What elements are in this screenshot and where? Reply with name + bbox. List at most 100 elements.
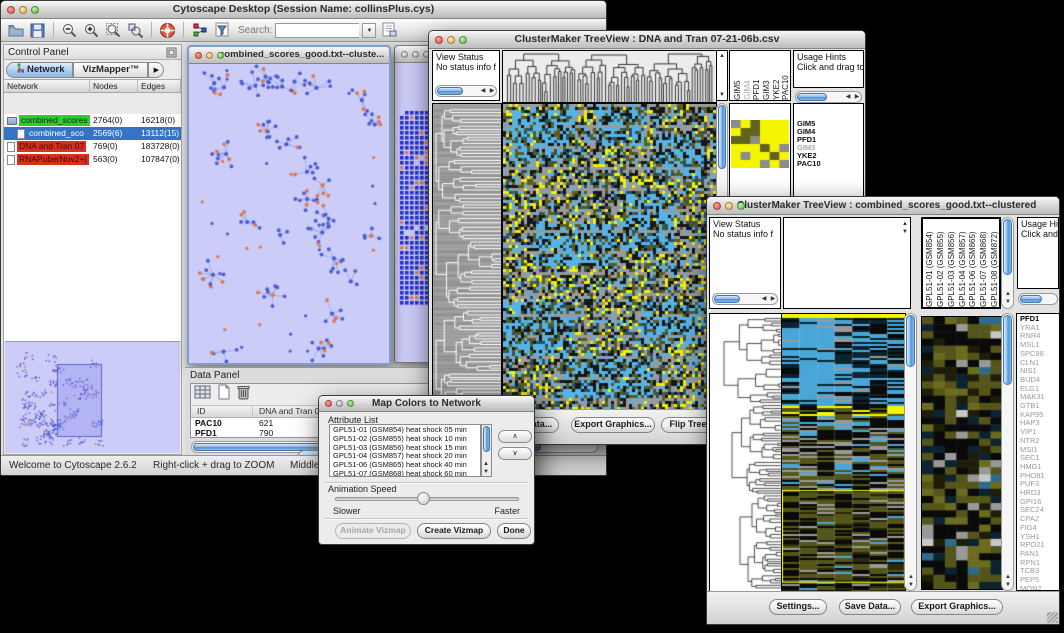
tv2-heat-vscrollbar[interactable]: ▲ ▼ <box>904 313 917 591</box>
col-nodes[interactable]: Nodes <box>90 80 138 92</box>
tab-network[interactable]: Network <box>6 62 73 78</box>
tv1-column-label[interactable]: GIM4 <box>743 51 752 100</box>
minimize-button[interactable] <box>336 400 343 407</box>
tv2-column-label[interactable]: GPL51-06 (GSM865) <box>968 219 977 307</box>
close-button[interactable] <box>713 202 721 210</box>
animate-vizmap-button[interactable]: Animate Vizmap <box>335 523 411 539</box>
tv2-column-label[interactable]: GPL51-07 (GSM868) <box>979 219 988 307</box>
col-edges[interactable]: Edges <box>138 80 181 92</box>
tv2-status-hscrollbar[interactable]: ◀ ▶ <box>712 293 778 305</box>
tv2-button[interactable]: Export Graphics... <box>911 599 1003 615</box>
dialog-titlebar[interactable]: Map Colors to Network <box>319 396 534 412</box>
new-attribute-icon[interactable] <box>217 384 231 405</box>
network-table-row[interactable]: combined_scores2764(0)16218(0) <box>4 114 181 127</box>
treeview2-titlebar[interactable]: ClusterMaker TreeView : combined_scores_… <box>707 197 1059 215</box>
zoom-selected-icon[interactable] <box>126 21 145 40</box>
create-vizmap-button[interactable]: Create Vizmap <box>417 523 491 539</box>
tv2-column-label[interactable]: GPL51-03 (GSM856) <box>947 219 956 307</box>
tv2-column-label[interactable]: GPL51-02 (GSM855) <box>936 219 945 307</box>
tv1-hints-hscrollbar[interactable]: ◀ ▶ <box>795 91 862 103</box>
tv2-column-label[interactable]: GPL51-04 (GSM857) <box>958 219 967 307</box>
tv2-column-label[interactable]: GPL51-01 (GSM854) <box>925 219 934 307</box>
network-nodes-count: 2764(0) <box>90 114 138 127</box>
network-table-row[interactable]: DNA and Tran 07769(0)183728(0) <box>4 140 181 153</box>
minimize-button[interactable] <box>412 51 419 58</box>
zoom-out-icon[interactable] <box>60 21 79 40</box>
tv1-status-hscrollbar[interactable]: ◀ ▶ <box>435 85 497 97</box>
annotation-icon[interactable] <box>379 21 398 40</box>
close-button[interactable] <box>195 52 202 59</box>
tv2-heatmap[interactable] <box>781 313 906 593</box>
search-input[interactable] <box>275 23 359 38</box>
tv1-column-dendrogram[interactable] <box>502 50 717 103</box>
treeview1-titlebar[interactable]: ClusterMaker TreeView : DNA and Tran 07-… <box>429 31 865 49</box>
resize-grip[interactable] <box>1047 612 1058 623</box>
close-button[interactable] <box>325 400 332 407</box>
tv1-zoom-matrix[interactable] <box>731 120 789 168</box>
network-table-row[interactable]: combined_sco2569(6)13112(15) <box>4 127 181 140</box>
save-icon[interactable] <box>28 21 47 40</box>
search-dropdown-icon[interactable]: ▼ <box>362 23 376 38</box>
close-button[interactable] <box>401 51 408 58</box>
animation-slider-thumb[interactable] <box>417 492 430 505</box>
float-panel-icon[interactable] <box>166 47 177 61</box>
tv1-column-label[interactable]: GIM3 <box>762 51 771 100</box>
zoom-button[interactable] <box>459 36 467 44</box>
zoom-in-icon[interactable] <box>82 21 101 40</box>
attribute-list-scrollbar[interactable]: ▲ ▼ <box>481 424 492 477</box>
minimize-button[interactable] <box>206 52 213 59</box>
minimize-button[interactable] <box>19 6 27 14</box>
data-col-id[interactable]: ID <box>191 406 253 417</box>
zoom-button[interactable] <box>737 202 745 210</box>
tv2-column-dendrogram-area[interactable]: ▲ ▼ <box>783 217 911 309</box>
col-network[interactable]: Network <box>4 80 90 92</box>
move-down-button[interactable]: ∨ <box>498 447 532 460</box>
tv2-gene-labels[interactable]: PFD1YRA1RNR4MSL1SPC98CLN1NIS1BUD4ELG1MAK… <box>1016 313 1060 591</box>
attribute-grid-icon[interactable] <box>194 384 212 405</box>
tv1-heatmap[interactable] <box>502 103 717 411</box>
tv1-row-dendrogram[interactable] <box>432 103 502 411</box>
tv2-column-label[interactable]: GPL51-08 (GSM872) <box>990 219 999 307</box>
close-button[interactable] <box>7 6 15 14</box>
done-button[interactable]: Done <box>497 523 531 539</box>
attribute-list[interactable]: GPL51-01 (GSM854) heat shock 05 minGPL51… <box>329 424 481 477</box>
network-frame1-titlebar[interactable]: combined_scores_good.txt--cluste... <box>189 47 389 64</box>
attribute-list-item[interactable]: GPL51-07 (GSM868) heat shock 60 min <box>333 470 480 477</box>
zoom-fit-icon[interactable] <box>104 21 123 40</box>
tv1-top-scroll-strip[interactable]: ▲ ▼ <box>716 50 728 101</box>
tv1-zoom-label[interactable]: PAC10 <box>797 160 821 168</box>
tab-overflow-icon[interactable]: ▶ <box>148 62 164 78</box>
tv2-button[interactable]: Save Data... <box>839 599 901 615</box>
network-table-row[interactable]: RNAPuberNov2+|563(0)107847(0) <box>4 153 181 166</box>
tv1-column-label[interactable]: YKE2 <box>772 51 781 100</box>
birdseye-view[interactable] <box>5 341 180 453</box>
tv1-zoom-labels[interactable]: GIM5GIM4PFD1GIM3YKE2PAC10 <box>794 118 821 168</box>
tv1-column-label[interactable]: PAC10 <box>781 51 790 100</box>
cytoscape-titlebar[interactable]: Cytoscape Desktop (Session Name: collins… <box>1 1 606 19</box>
network-view-1[interactable] <box>189 64 389 363</box>
zoom-button[interactable] <box>31 6 39 14</box>
tv1-button[interactable]: Export Graphics... <box>571 417 655 433</box>
help-lifesaver-icon[interactable] <box>158 21 177 40</box>
open-file-icon[interactable] <box>6 21 25 40</box>
tab-vizmapper[interactable]: VizMapper™ <box>73 62 148 78</box>
status-welcome: Welcome to Cytoscape 2.6.2 <box>9 460 137 471</box>
move-up-button[interactable]: ∧ <box>498 430 532 443</box>
minimize-button[interactable] <box>725 202 733 210</box>
delete-attribute-icon[interactable] <box>236 384 251 405</box>
tv2-button[interactable]: Settings... <box>769 599 827 615</box>
minimize-button[interactable] <box>447 36 455 44</box>
zoom-button[interactable] <box>217 52 224 59</box>
control-panel-tabs: Network VizMapper™ ▶ <box>4 60 181 80</box>
tv2-hints-hscrollbar[interactable] <box>1018 293 1058 305</box>
tv1-column-label[interactable]: GIM5 <box>733 51 742 100</box>
tv2-zoom-heatmap[interactable] <box>921 316 1003 590</box>
close-button[interactable] <box>435 36 443 44</box>
tv2-zoom-vscrollbar[interactable]: ▲ ▼ <box>1001 313 1014 591</box>
tv2-labels-vscrollbar[interactable]: ▲ ▼ <box>1001 217 1014 309</box>
tv1-column-label[interactable]: PFD1 <box>752 51 761 100</box>
filter-icon[interactable] <box>212 21 231 40</box>
zoom-button[interactable] <box>347 400 354 407</box>
network-overview-icon[interactable] <box>190 21 209 40</box>
tv2-row-dendrogram[interactable] <box>709 313 783 593</box>
